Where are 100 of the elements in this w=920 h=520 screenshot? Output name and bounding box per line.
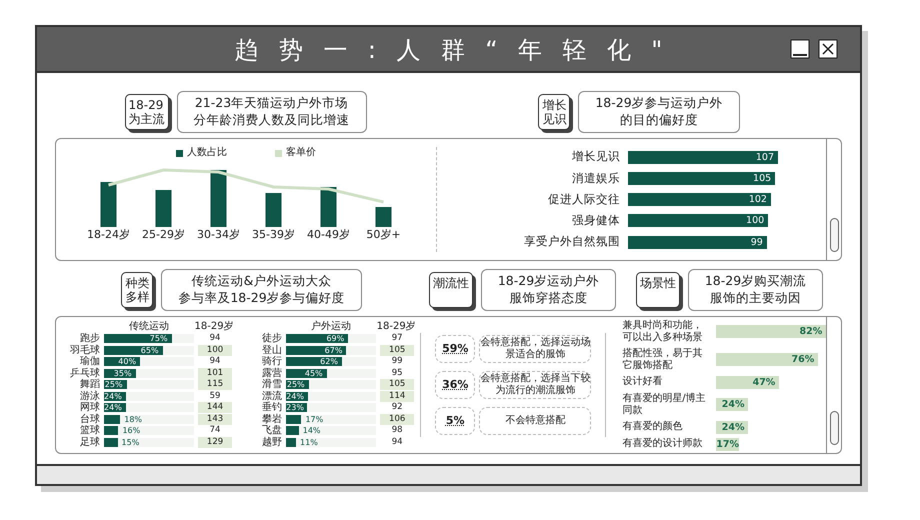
bar-label: 有喜爱的颜色 [622,421,684,433]
index-value: 95 [390,368,404,379]
section-title: 18-29岁运动户外 服饰穿搭态度 [480,269,616,311]
axis-label: 25-29岁 [141,227,186,243]
percentage: 36% [435,371,476,399]
share-value: 11% [299,438,318,447]
bar: 17% [716,438,740,450]
share-bar: 25% [286,380,309,390]
share-bar: 35% [104,368,136,378]
close-icon[interactable] [818,39,838,59]
share-bar: 45% [286,368,327,378]
bar-legend-swatch [176,150,183,156]
column-header: 户外运动 [310,321,352,333]
section-title: 21-23年天猫运动户外市场 分年龄消费人数及同比增速 [176,91,366,133]
index-value: 97 [390,333,404,344]
row-label: 羽毛球 [69,344,102,356]
percentage: 5% [435,407,476,435]
share-value: 14% [302,426,321,436]
bar-label: 有喜爱的明星/博主同款 [622,392,707,416]
share-bar: 75% [104,334,172,344]
section-title: 传统运动&户外运动大众 参与率及18-29岁参与偏好度 [161,269,362,311]
section-title: 18-29岁购买潮流 服饰的主要动因 [688,269,824,311]
line-legend-swatch [275,150,282,156]
index-value: 99 [390,356,404,368]
bar: 105 [628,172,776,185]
share-bar: 69% [286,334,348,344]
bar-label: 消遣娱乐 [571,170,620,187]
row-label: 攀岩 [261,414,284,425]
attitude-text: 会特意搭配，选择运动场景适合的服饰 [479,335,592,363]
share-bar: 23% [286,403,307,412]
column-header: 传统运动 [128,321,170,333]
scrollbar-thumb[interactable] [830,411,839,445]
attitude-text: 会特意搭配，选择当下较为流行的潮流服饰 [479,371,592,399]
share-bar: 24% [104,403,126,412]
row-label: 垂钓 [261,402,284,414]
row-label: 飞盘 [261,425,284,436]
bar: 100 [628,214,768,228]
axis-label: 40-49岁 [306,227,351,243]
index-value: 101 [198,368,232,379]
index-value: 100 [198,344,232,356]
index-value: 94 [208,333,222,344]
index-value: 144 [198,402,232,414]
row-label: 瑜伽 [79,356,102,368]
bar [156,190,172,227]
bar [376,207,392,227]
axis-label: 30-34岁 [196,227,241,243]
row-label: 跑步 [79,333,102,344]
index-value: 115 [198,379,232,390]
share-value: 15% [120,438,140,447]
row-label: 舞蹈 [79,379,102,390]
row-label: 骑行 [261,356,284,368]
bar [320,187,336,227]
index-value: 74 [208,425,222,436]
row-label: 篮球 [79,425,102,436]
row-label: 乒乓球 [69,368,102,379]
scrollbar-thumb[interactable] [830,218,838,252]
legend-label: 客单价 [286,147,316,159]
share-bar: 40% [104,357,140,366]
bar-label: 兼具时尚和功能，可以出入多种场景 [622,320,704,344]
row-label: 足球 [79,436,102,448]
index-value: 105 [380,344,414,356]
share-bar: 67% [286,346,346,355]
bar [210,170,226,227]
row-label: 徒步 [261,333,284,344]
bar-label: 享受户外自然氛围 [523,233,620,250]
row-label: 越野 [261,436,284,448]
index-value: 143 [198,414,232,425]
bar: 107 [628,150,778,164]
bar-label: 增长见识 [571,148,620,166]
index-value: 98 [390,425,404,436]
legend-label: 人数占比 [187,147,227,159]
section-tag: 种类 多样 [121,272,154,308]
percentage: 59% [435,335,476,363]
share-value: 16% [121,426,140,436]
window-title: 趋势一:人群“年轻化" [234,35,683,66]
share-bar: 62% [286,357,342,366]
index-value: 105 [380,379,414,390]
share-value: 17% [304,414,324,424]
bar: 76% [716,353,818,366]
column-header: 18-29岁 [194,321,234,333]
minimize-icon[interactable] [790,39,810,59]
row-label: 登山 [261,344,284,356]
index-value: 59 [208,390,222,402]
bar: 24% [716,420,748,434]
share-value: 18% [123,414,142,424]
bar: 47% [716,376,780,388]
bar [100,182,116,227]
bar-label: 搭配性强，易于其它服饰搭配 [622,348,704,372]
index-value: 94 [208,356,222,368]
bar: 24% [716,398,748,411]
row-label: 滑雪 [261,379,284,390]
bar: 102 [628,193,771,206]
row-label: 台球 [79,414,102,425]
index-value: 94 [390,436,404,448]
column-header: 18-29岁 [376,321,416,333]
index-value: 92 [390,402,404,414]
row-label: 网球 [79,402,102,414]
share-bar: 24% [286,392,308,401]
axis-label: 35-39岁 [251,227,296,243]
index-value: 106 [380,414,414,425]
